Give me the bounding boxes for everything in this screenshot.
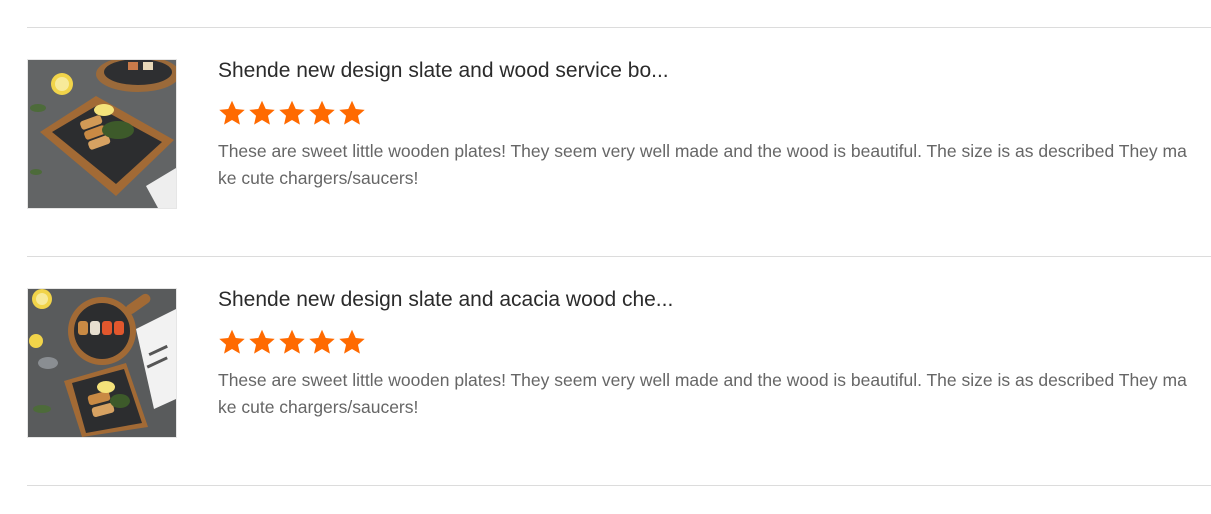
slate-cheese-board-photo <box>28 289 176 437</box>
star-icon <box>338 328 366 356</box>
star-icon <box>248 99 276 127</box>
review-content: Shende new design slate and wood service… <box>218 57 1193 192</box>
product-thumbnail[interactable] <box>27 59 177 209</box>
review-text: These are sweet little wooden plates! Th… <box>218 141 1187 188</box>
star-icon <box>308 99 336 127</box>
star-rating <box>218 328 1193 356</box>
star-icon <box>278 328 306 356</box>
slate-board-photo <box>28 60 176 208</box>
star-icon <box>248 328 276 356</box>
divider <box>27 485 1211 486</box>
star-icon <box>278 99 306 127</box>
star-rating <box>218 99 1193 127</box>
star-icon <box>308 328 336 356</box>
review-content: Shende new design slate and acacia wood … <box>218 286 1193 421</box>
star-icon <box>218 328 246 356</box>
review-item: Shende new design slate and acacia wood … <box>27 256 1211 485</box>
review-list: Shende new design slate and wood service… <box>27 27 1211 486</box>
star-icon <box>218 99 246 127</box>
review-text: These are sweet little wooden plates! Th… <box>218 370 1187 417</box>
product-title-link[interactable]: Shende new design slate and wood service… <box>218 57 1193 85</box>
product-title-link[interactable]: Shende new design slate and acacia wood … <box>218 286 1193 314</box>
review-item: Shende new design slate and wood service… <box>27 27 1211 256</box>
star-icon <box>338 99 366 127</box>
product-thumbnail[interactable] <box>27 288 177 438</box>
